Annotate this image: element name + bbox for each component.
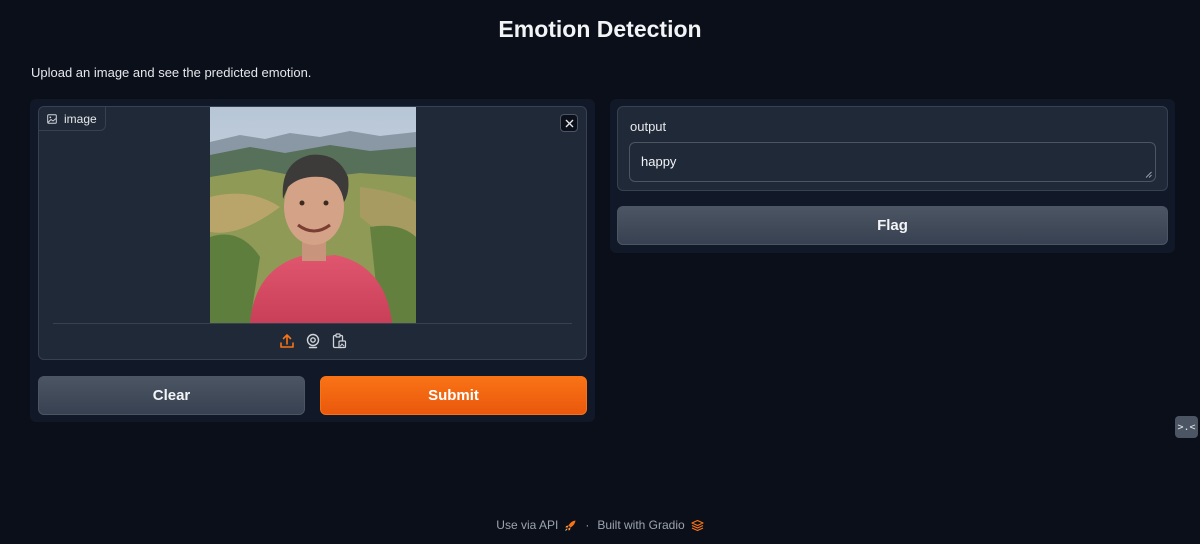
settings-widget-button[interactable]: >.< <box>1175 416 1198 438</box>
footer-separator: · <box>585 518 590 532</box>
webcam-source-button[interactable] <box>304 332 321 349</box>
clear-button[interactable]: Clear <box>38 376 305 415</box>
rocket-icon <box>565 520 576 531</box>
built-with-gradio-link[interactable]: Built with Gradio <box>597 518 704 532</box>
use-via-api-link[interactable]: Use via API <box>496 518 577 532</box>
submit-button[interactable]: Submit <box>320 376 587 415</box>
gradio-link-text: Built with Gradio <box>597 518 685 532</box>
webcam-icon <box>306 333 319 348</box>
clipboard-source-button[interactable] <box>330 332 347 349</box>
upload-source-button[interactable] <box>278 332 295 349</box>
api-link-text: Use via API <box>496 518 559 532</box>
image-source-bar <box>39 332 586 352</box>
image-input-label: image <box>39 107 106 131</box>
input-column: image Clear Submit <box>30 99 595 422</box>
flag-button[interactable]: Flag <box>617 206 1168 245</box>
upload-icon <box>279 333 294 348</box>
page-description: Upload an image and see the predicted em… <box>31 65 312 80</box>
clipboard-icon <box>332 332 346 348</box>
resize-grip-icon[interactable] <box>1145 171 1152 178</box>
uploaded-photo <box>210 107 416 323</box>
output-value: happy <box>641 154 677 169</box>
output-textbox[interactable]: happy <box>629 142 1156 182</box>
page-title: Emotion Detection <box>498 16 702 42</box>
output-column: output happy Flag <box>610 99 1175 253</box>
output-block: output happy <box>617 106 1168 191</box>
output-label: output <box>630 119 667 134</box>
close-button[interactable] <box>560 114 578 132</box>
footer: Use via API · Built with Gradio <box>0 518 1200 532</box>
terminal-icon: >.< <box>1177 421 1196 433</box>
gradio-logo-icon <box>691 519 704 531</box>
image-icon <box>47 113 57 124</box>
image-label-text: image <box>64 111 97 126</box>
image-input[interactable]: image <box>38 106 587 360</box>
image-divider <box>53 323 572 324</box>
close-icon <box>565 119 573 127</box>
